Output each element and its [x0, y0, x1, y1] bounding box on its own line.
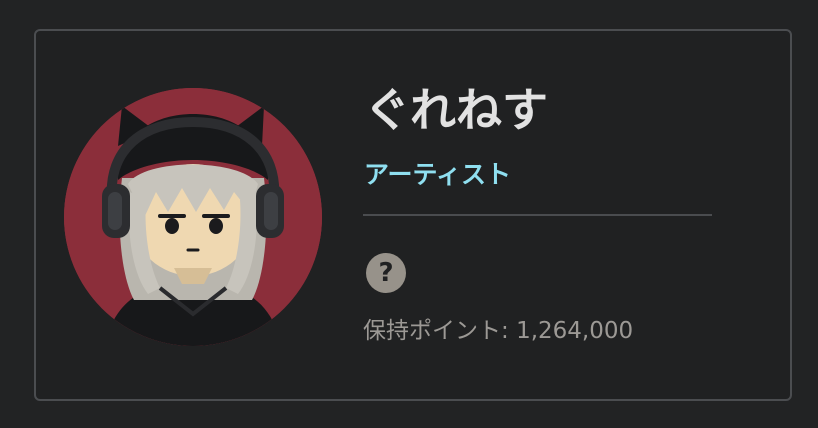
points-text: 保持ポイント: 1,264,000: [363, 315, 633, 347]
artist-name: ぐれねす: [364, 83, 548, 137]
points-label: 保持ポイント:: [363, 318, 517, 344]
artist-role: アーティスト: [364, 160, 512, 189]
avatar-image: [64, 88, 322, 346]
avatar: [64, 88, 322, 346]
divider: [363, 214, 712, 216]
points-value: 1,264,000: [516, 318, 634, 344]
help-icon[interactable]: ?: [366, 253, 406, 293]
